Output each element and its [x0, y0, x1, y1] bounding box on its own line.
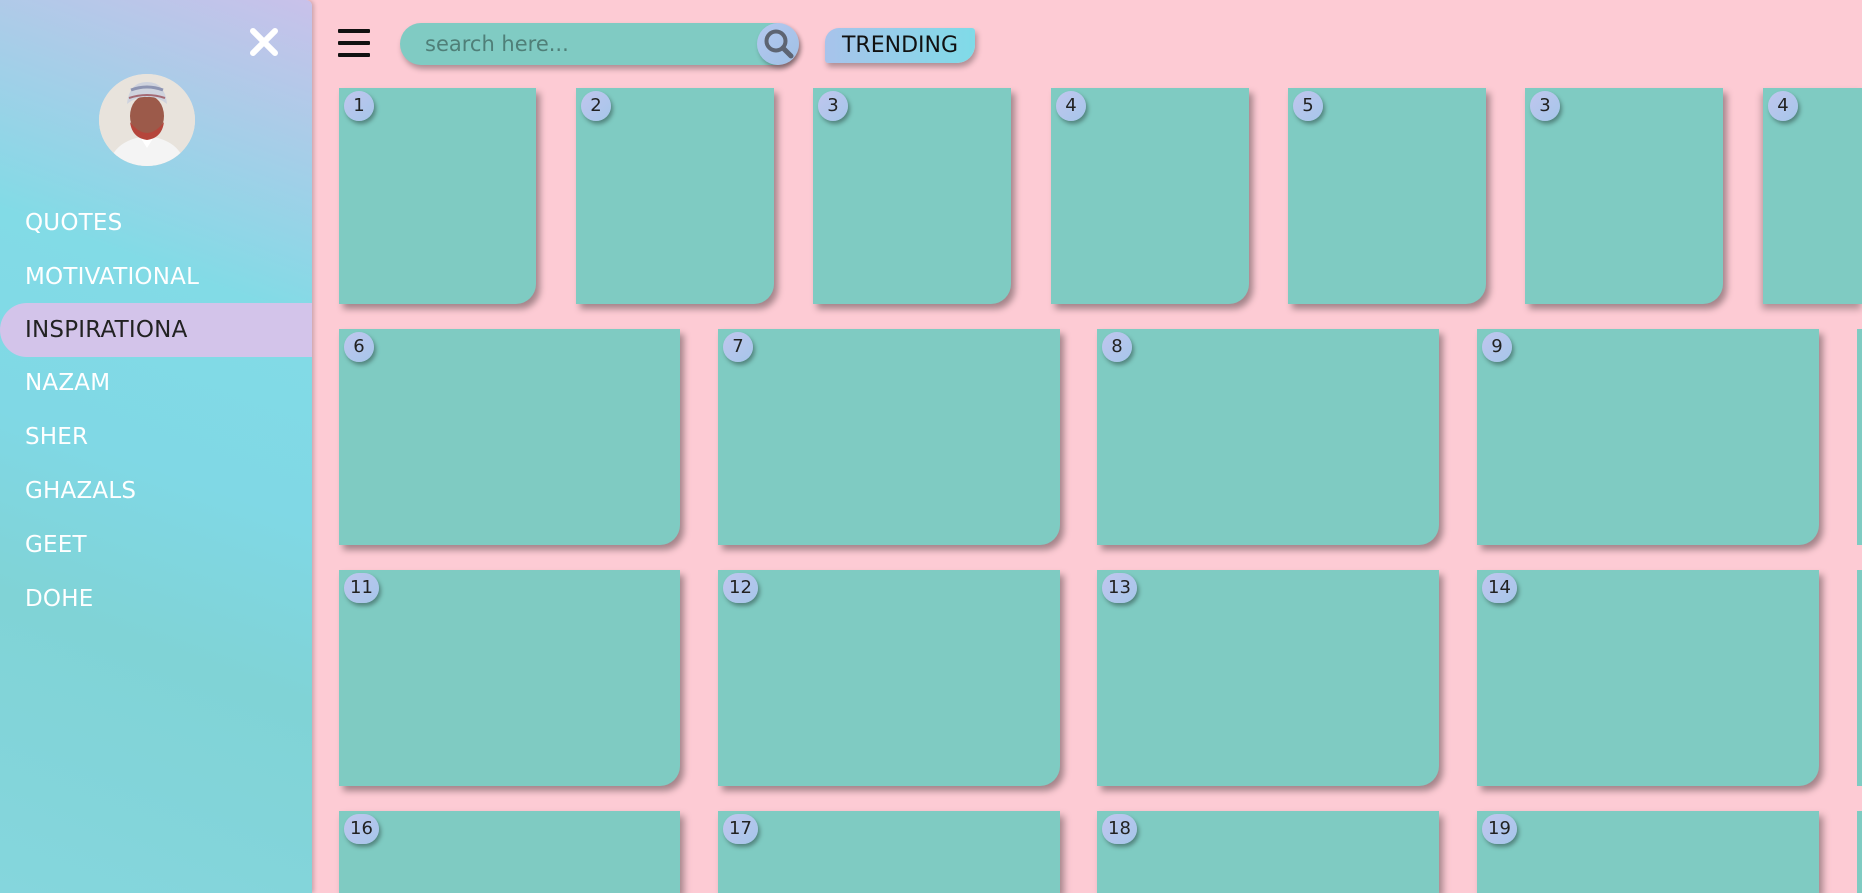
- sidebar-item-nazam[interactable]: NAZAM: [0, 356, 312, 410]
- card-number-badge: 19: [1482, 814, 1517, 844]
- card[interactable]: 12: [718, 570, 1060, 786]
- sidebar-item-motivational[interactable]: MOTIVATIONAL: [0, 250, 312, 304]
- card[interactable]: 4: [1763, 88, 1862, 304]
- card[interactable]: 1: [339, 88, 536, 304]
- card[interactable]: 3: [1525, 88, 1723, 304]
- card-number-badge: 18: [1102, 814, 1137, 844]
- card[interactable]: 5: [1288, 88, 1486, 304]
- card-number-badge: 17: [723, 814, 758, 844]
- search-button[interactable]: [757, 23, 799, 65]
- card[interactable]: 9: [1477, 329, 1819, 545]
- card-number-badge: 13: [1102, 573, 1137, 603]
- card[interactable]: 11: [339, 570, 680, 786]
- card[interactable]: 13: [1097, 570, 1439, 786]
- hamburger-menu-icon-line: [338, 53, 370, 57]
- card[interactable]: 7: [718, 329, 1060, 545]
- trending-button[interactable]: TRENDING: [825, 28, 975, 63]
- card-number-badge: 4: [1056, 91, 1086, 121]
- card-number-badge: 1: [344, 91, 374, 121]
- card[interactable]: 19: [1477, 811, 1819, 893]
- avatar: [99, 74, 195, 166]
- card-number-badge: 11: [344, 573, 379, 603]
- card-number-badge: 8: [1102, 332, 1132, 362]
- card-number-badge: 7: [723, 332, 753, 362]
- card[interactable]: 2: [576, 88, 774, 304]
- search-bar: [400, 23, 799, 65]
- hamburger-menu-icon: [338, 29, 370, 33]
- user-avatar: [99, 74, 195, 166]
- card[interactable]: 3: [813, 88, 1011, 304]
- card-number-badge: 5: [1293, 91, 1323, 121]
- card-number-badge: 12: [723, 573, 758, 603]
- sidebar-item-dohe[interactable]: DOHE: [0, 572, 312, 626]
- sidebar-item-inspirational[interactable]: INSPIRATIONA: [0, 303, 312, 357]
- sidebar-item-geet[interactable]: GEET: [0, 518, 312, 572]
- sidebar-item-sher[interactable]: SHER: [0, 410, 312, 464]
- search-icon: [764, 29, 794, 59]
- sidebar-item-ghazals[interactable]: GHAZALS: [0, 464, 312, 518]
- card[interactable]: 18: [1097, 811, 1439, 893]
- card[interactable]: 4: [1051, 88, 1249, 304]
- card-edge[interactable]: [1857, 329, 1862, 545]
- sidebar: QUOTES MOTIVATIONAL INSPIRATIONA NAZAM S…: [0, 0, 312, 893]
- card-number-badge: 4: [1768, 91, 1798, 121]
- card-number-badge: 2: [581, 91, 611, 121]
- card[interactable]: 6: [339, 329, 680, 545]
- card-number-badge: 9: [1482, 332, 1512, 362]
- card[interactable]: 8: [1097, 329, 1439, 545]
- card[interactable]: 14: [1477, 570, 1819, 786]
- card[interactable]: 16: [339, 811, 680, 893]
- card-number-badge: 3: [818, 91, 848, 121]
- search-input[interactable]: [400, 23, 740, 65]
- hamburger-menu-button[interactable]: [336, 28, 372, 62]
- card-edge[interactable]: [1857, 570, 1862, 786]
- card-number-badge: 6: [344, 332, 374, 362]
- close-icon: [250, 28, 278, 56]
- close-sidebar-button[interactable]: [240, 20, 288, 64]
- card-number-badge: 14: [1482, 573, 1517, 603]
- card-number-badge: 3: [1530, 91, 1560, 121]
- sidebar-item-quotes[interactable]: QUOTES: [0, 196, 312, 250]
- card-number-badge: 16: [344, 814, 379, 844]
- hamburger-menu-icon-line: [338, 41, 370, 45]
- card-edge[interactable]: [1857, 811, 1862, 893]
- card[interactable]: 17: [718, 811, 1060, 893]
